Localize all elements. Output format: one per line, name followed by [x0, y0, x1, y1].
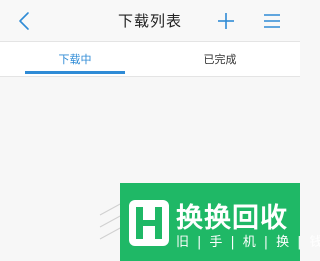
page-title: 下载列表 [117, 12, 182, 30]
tab-bar: 下载中 已完成 [0, 41, 300, 77]
navigation-bar: 下载列表 [0, 0, 300, 41]
watermark-subtitle: 旧|手|机|换|钱 [176, 235, 320, 250]
watermark-logo: 换换回收 旧|手|机|换|钱 [120, 183, 320, 261]
menu-button[interactable] [260, 9, 284, 33]
h-logo-icon [129, 200, 169, 246]
active-tab-indicator [25, 71, 125, 74]
add-button[interactable] [213, 8, 239, 34]
hamburger-menu-icon [264, 14, 280, 28]
plus-icon [218, 13, 234, 29]
tab-completed[interactable]: 已完成 [170, 42, 270, 76]
watermark-title: 换换回收 [176, 203, 288, 234]
